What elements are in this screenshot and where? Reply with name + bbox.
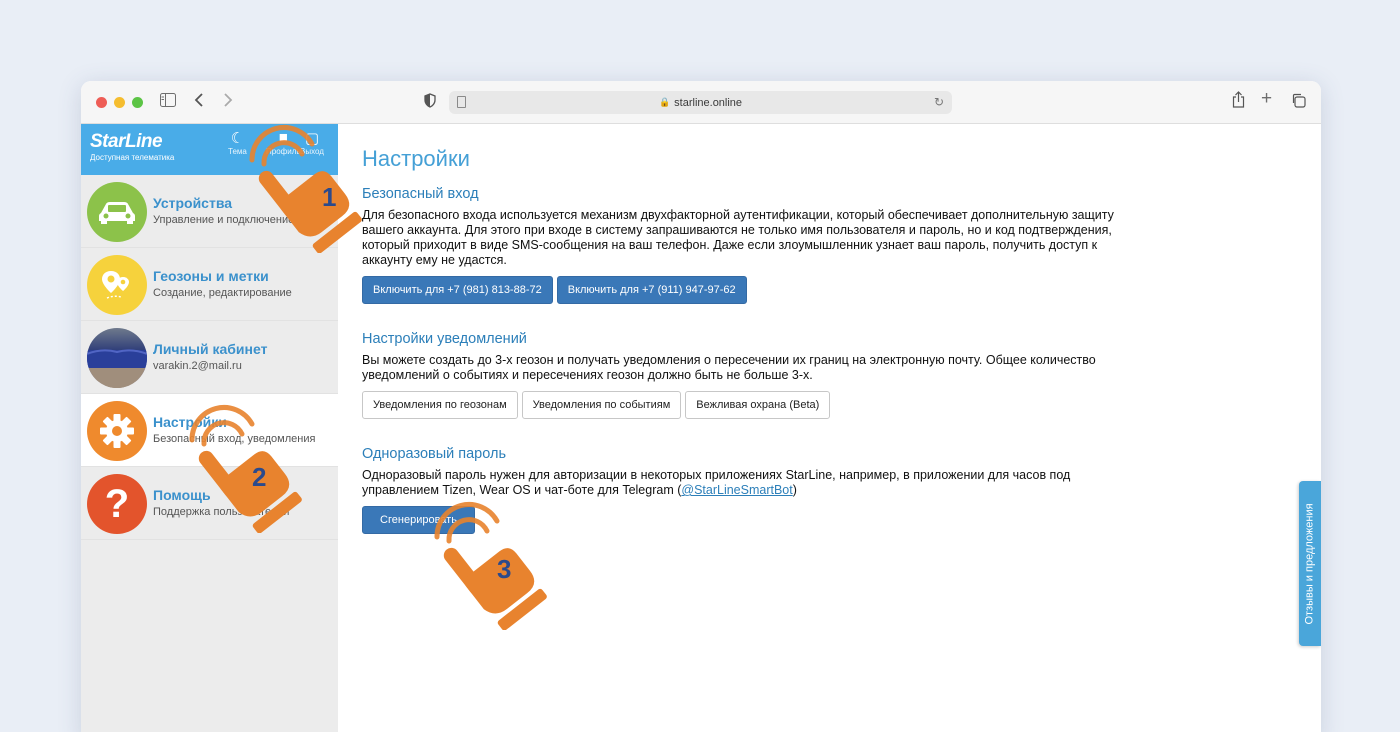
- section-description: Для безопасного входа используется механ…: [362, 208, 1114, 267]
- feedback-tab[interactable]: Отзывы и предложения: [1299, 481, 1321, 646]
- sidebar-item-subtitle: varakin.2@mail.ru: [153, 360, 242, 372]
- map-pin-icon: [87, 255, 147, 315]
- enable-2fa-phone-2-button[interactable]: Включить для +7 (911) 947-97-62: [556, 276, 747, 304]
- notification-buttons: Уведомления по геозонам Уведомления по с…: [362, 391, 1297, 419]
- back-icon[interactable]: [194, 92, 204, 113]
- section-heading: Одноразовый пароль: [362, 446, 507, 462]
- forward-icon[interactable]: [223, 92, 233, 113]
- tab-overview-icon[interactable]: [1291, 93, 1306, 113]
- reload-icon[interactable]: ↻: [934, 95, 944, 109]
- lock-icon: 🔒: [658, 97, 671, 107]
- event-notifications-button[interactable]: Уведомления по событиям: [521, 391, 682, 419]
- tap-gesture-callout-1: 1: [249, 125, 362, 253]
- page-title: Настройки: [362, 146, 470, 171]
- minimize-window-button[interactable]: [114, 97, 125, 108]
- section-heading: Безопасный вход: [362, 186, 479, 202]
- sidebar-item-subtitle: Создание, редактирование: [153, 287, 292, 299]
- polite-guard-button[interactable]: Вежливая охрана (Beta): [685, 391, 831, 419]
- new-tab-icon[interactable]: +: [1261, 89, 1272, 108]
- logo[interactable]: StarLine: [90, 131, 163, 153]
- sidebar-item-title: Личный кабинет: [153, 341, 268, 357]
- window-controls: [96, 97, 143, 108]
- avatar: [87, 328, 147, 388]
- privacy-shield-icon[interactable]: [424, 93, 436, 113]
- geozone-notifications-button[interactable]: Уведомления по геозонам: [362, 391, 518, 419]
- sidebar-item-geozones[interactable]: Геозоны и метки Создание, редактирование: [81, 248, 338, 321]
- sidebar-item-account[interactable]: Личный кабинет varakin.2@mail.ru: [81, 321, 338, 394]
- enable-2fa-phone-1-button[interactable]: Включить для +7 (981) 813-88-72: [362, 276, 553, 304]
- secure-login-buttons: Включить для +7 (981) 813-88-72 Включить…: [362, 276, 1297, 304]
- tap-gesture-callout-2: 2: [189, 405, 302, 533]
- question-icon: ?: [87, 474, 147, 534]
- settings-content: Настройки Безопасный вход Для безопасног…: [338, 124, 1321, 732]
- url-text: starline.online: [674, 96, 743, 109]
- section-description: Одноразовый пароль нужен для авторизации…: [362, 468, 1071, 497]
- sidebar-item-title: Геозоны и метки: [153, 268, 269, 284]
- callout-number: 1: [322, 182, 336, 212]
- section-heading: Настройки уведомлений: [362, 331, 527, 347]
- section-description: Вы можете создать до 3-х геозон и получа…: [362, 353, 1096, 382]
- zoom-window-button[interactable]: [132, 97, 143, 108]
- tap-gesture-callout-3: 3: [434, 502, 547, 630]
- page-icon: [457, 96, 466, 108]
- car-icon: [87, 182, 147, 242]
- telegram-bot-link[interactable]: @StarLineSmartBot: [681, 483, 792, 497]
- notifications-section: Настройки уведомлений Вы можете создать …: [362, 331, 1297, 419]
- sidebar-item-title: Устройства: [153, 195, 233, 211]
- share-icon[interactable]: [1232, 91, 1245, 113]
- close-window-button[interactable]: [96, 97, 107, 108]
- callout-number: 3: [497, 554, 511, 584]
- gear-icon: [87, 401, 147, 461]
- brand-tagline: Доступная телематика: [90, 153, 175, 162]
- secure-login-section: Безопасный вход Для безопасного входа ис…: [362, 186, 1297, 304]
- address-bar[interactable]: 🔒 starline.online ↻: [449, 91, 952, 114]
- sidebar-toggle-icon[interactable]: [160, 93, 176, 112]
- callout-number: 2: [252, 462, 266, 492]
